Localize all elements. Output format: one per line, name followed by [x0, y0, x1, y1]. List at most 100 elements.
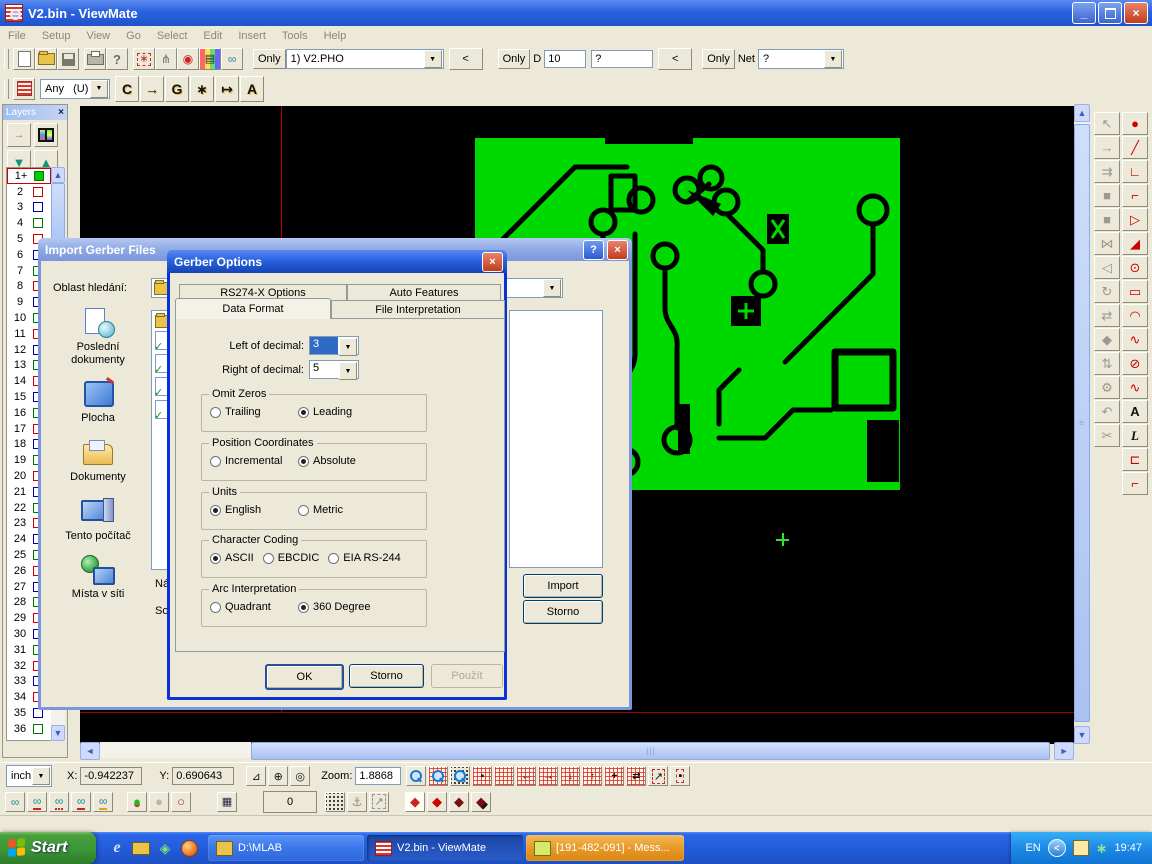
menu-item[interactable]: Help: [316, 28, 355, 44]
layer-select-combo[interactable]: 1) V2.PHO ▼: [286, 49, 444, 69]
radio-icon[interactable]: [210, 602, 221, 613]
green-app-icon[interactable]: ◈: [156, 839, 174, 857]
radio-option[interactable]: Metric: [298, 504, 386, 516]
folder-shortcut-icon[interactable]: [132, 839, 150, 857]
layer-color-swatch[interactable]: [33, 724, 43, 734]
only-net-button[interactable]: Only: [702, 49, 735, 69]
radio-option[interactable]: ASCII: [210, 552, 254, 564]
tray-notes-icon[interactable]: [1073, 840, 1089, 856]
layer-row[interactable]: 36: [7, 721, 51, 737]
radio-icon[interactable]: [328, 553, 339, 564]
layer-row[interactable]: 2: [7, 184, 51, 200]
layer-row[interactable]: 3: [7, 200, 51, 216]
language-indicator[interactable]: EN: [1025, 842, 1040, 854]
pan-right-icon[interactable]: →: [538, 766, 558, 786]
menu-item[interactable]: Go: [118, 28, 149, 44]
menu-item[interactable]: Edit: [195, 28, 230, 44]
radio-icon[interactable]: [298, 456, 309, 467]
place-network[interactable]: Místa v síti: [51, 555, 145, 601]
radio-option[interactable]: EBCDIC: [263, 552, 320, 564]
flash-pad-icon[interactable]: ●: [1122, 112, 1148, 135]
radio-option[interactable]: Leading: [298, 406, 386, 418]
window-titlebar[interactable]: V2.bin - ViewMate _ ×: [0, 0, 1152, 26]
y-coordinate-field[interactable]: [172, 767, 234, 785]
aperture-list-icon[interactable]: ∗: [133, 48, 155, 70]
spacing-icon[interactable]: ⇅: [1094, 352, 1120, 375]
snip-icon[interactable]: ✂: [1094, 424, 1120, 447]
place-desktop[interactable]: Plocha: [51, 379, 145, 425]
grid-snap-icon[interactable]: ⇄: [626, 766, 646, 786]
move-diamond-icon[interactable]: ◆: [1094, 328, 1120, 351]
draw-curve-icon[interactable]: ∿: [1122, 328, 1148, 351]
context-help-button[interactable]: ?: [106, 48, 128, 70]
draw-spline-icon[interactable]: ∿: [1122, 376, 1148, 399]
close-button[interactable]: ×: [1124, 2, 1148, 24]
chevron-down-icon[interactable]: ▼: [339, 362, 357, 380]
flip-triangle-icon[interactable]: ◁: [1094, 256, 1120, 279]
swap-icon[interactable]: ⇄: [1094, 304, 1120, 327]
radio-icon[interactable]: [210, 407, 221, 418]
start-button[interactable]: Start: [0, 832, 96, 864]
tab-auto-features[interactable]: Auto Features: [347, 284, 501, 301]
radio-option[interactable]: Quadrant: [210, 601, 298, 613]
window-split-icon[interactable]: ▦: [217, 792, 237, 812]
chevron-down-icon[interactable]: ▼: [543, 279, 561, 297]
canvas-vscrollbar[interactable]: ▲ ≡ ▼: [1074, 104, 1090, 742]
tray-green-icon[interactable]: ∗: [1096, 840, 1108, 857]
dialog-close-button[interactable]: ×: [607, 240, 628, 260]
draw-angle-icon[interactable]: ∟: [1122, 160, 1148, 183]
dcode-star-icon[interactable]: ∗: [190, 76, 214, 102]
chevron-down-icon[interactable]: ▼: [339, 338, 357, 356]
dcode-film-icon[interactable]: ◉: [177, 48, 199, 70]
draw-ellipse-icon[interactable]: ⊘: [1122, 352, 1148, 375]
zoom-select-icon[interactable]: [450, 766, 470, 786]
pan-left-icon[interactable]: ←: [516, 766, 536, 786]
menu-item[interactable]: Tools: [274, 28, 316, 44]
minimize-button[interactable]: _: [1072, 2, 1096, 24]
canvas-hscrollbar[interactable]: ◄ ||| ►: [80, 742, 1074, 760]
place-recent-documents[interactable]: Poslední dokumenty: [51, 308, 145, 366]
layer-film-button[interactable]: [34, 123, 58, 147]
only-layer-button[interactable]: Only: [253, 49, 286, 69]
unit-combo[interactable]: inch ▼: [6, 765, 52, 787]
apply-button[interactable]: Použít: [431, 664, 503, 688]
restore-button[interactable]: [1098, 2, 1122, 24]
grid-full-icon[interactable]: [494, 766, 514, 786]
grid-add-icon[interactable]: +: [604, 766, 624, 786]
left-of-decimal-combo[interactable]: 3 ▼: [309, 336, 359, 355]
view-layers-icon[interactable]: ∞: [5, 792, 25, 812]
internet-explorer-icon[interactable]: e: [108, 839, 126, 857]
task-messenger[interactable]: [191-482-091] - Mess...: [526, 835, 684, 861]
select-cursor-icon[interactable]: ↖: [1094, 112, 1120, 135]
dimension-icon[interactable]: ⊏: [1122, 448, 1148, 471]
draw-triangle-icon[interactable]: ◢: [1122, 232, 1148, 255]
task-explorer-mlab[interactable]: D:\MLAB: [208, 835, 364, 861]
layers-panel-close-icon[interactable]: ×: [58, 107, 64, 118]
draw-arc-icon[interactable]: ◠: [1122, 304, 1148, 327]
dcode-arrow-icon[interactable]: →: [140, 76, 164, 102]
radio-icon[interactable]: [210, 456, 221, 467]
rotate-icon[interactable]: ↻: [1094, 280, 1120, 303]
tab-file-interpretation[interactable]: File Interpretation: [331, 300, 505, 319]
firefox-icon[interactable]: [180, 839, 198, 857]
pan-up-icon[interactable]: ↑: [582, 766, 602, 786]
ok-button[interactable]: OK: [265, 664, 344, 690]
previous-layer-button[interactable]: <: [449, 48, 483, 70]
zoom-grid-icon[interactable]: [428, 766, 448, 786]
move-point-icon[interactable]: →: [1094, 136, 1120, 159]
chevron-down-icon[interactable]: ▼: [824, 50, 842, 68]
print-button[interactable]: [84, 48, 106, 70]
chevron-down-icon[interactable]: ▼: [90, 80, 108, 98]
hscroll-thumb[interactable]: |||: [251, 742, 1050, 760]
dcode-input[interactable]: [544, 50, 586, 68]
tab-data-format[interactable]: Data Format: [175, 298, 331, 319]
view-traces-icon[interactable]: ∞: [71, 792, 91, 812]
x-coordinate-field[interactable]: [80, 767, 142, 785]
dcode-c-icon[interactable]: C: [115, 76, 139, 102]
menu-item[interactable]: Select: [149, 28, 196, 44]
draw-circle-icon[interactable]: ⊙: [1122, 256, 1148, 279]
right-of-decimal-combo[interactable]: 5 ▼: [309, 360, 359, 379]
select-area-icon[interactable]: ↗: [648, 766, 668, 786]
layer-color-swatch[interactable]: [33, 218, 43, 228]
scroll-left-icon[interactable]: ◄: [80, 742, 100, 760]
